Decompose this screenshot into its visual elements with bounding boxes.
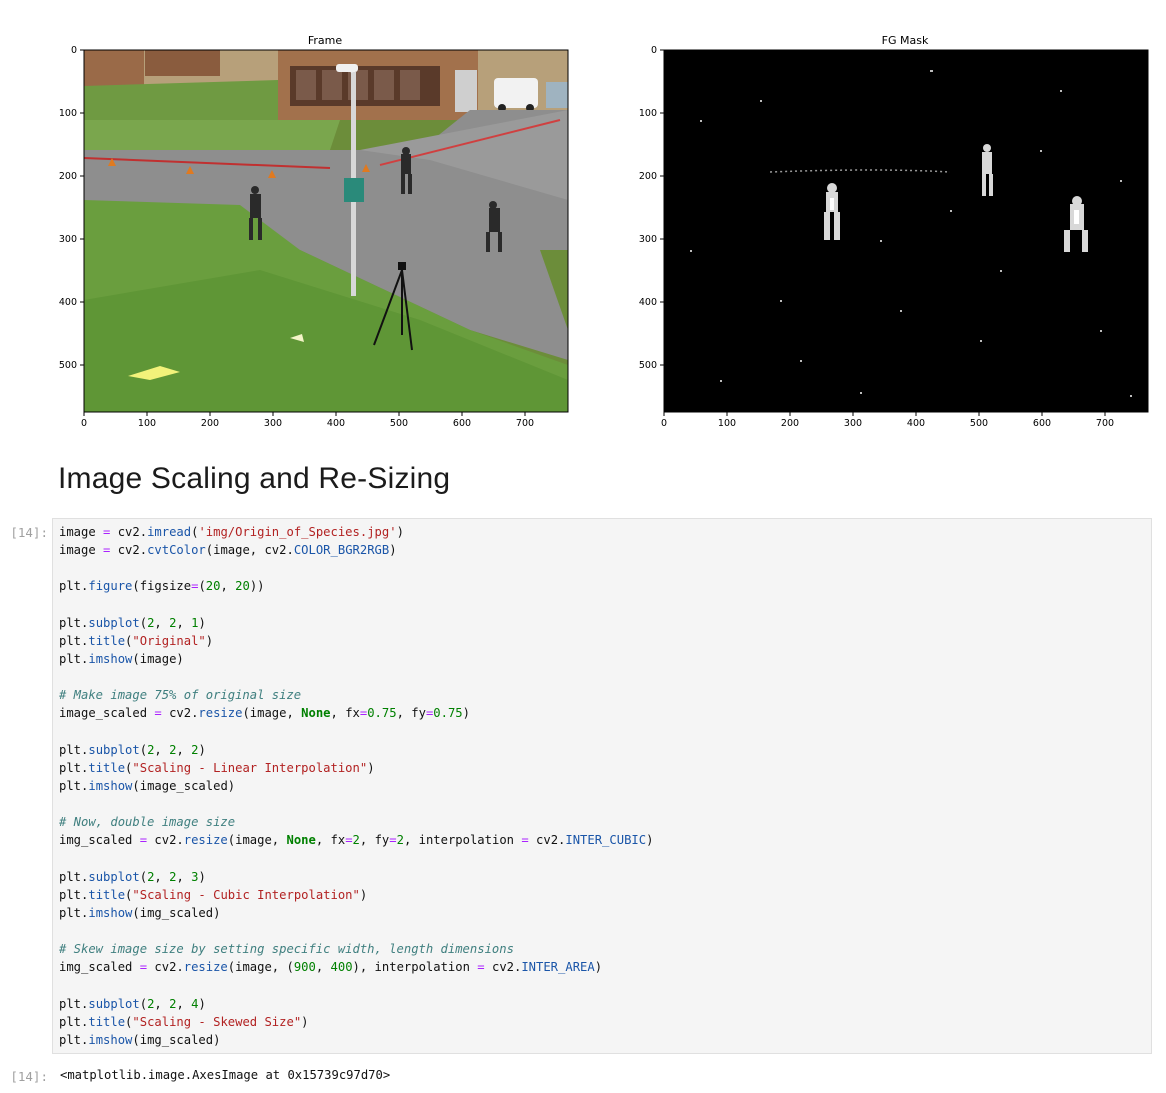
markdown-heading: Image Scaling and Re-Sizing: [58, 462, 451, 495]
code-line: plt.figure(figsize=(20, 20)): [59, 579, 265, 594]
fg-mask-y-tick-label: 100: [639, 108, 657, 119]
frame-y-tick-label: 0: [71, 45, 77, 56]
frame-y-tick-label: 300: [59, 234, 77, 245]
code-line: plt.title("Scaling - Linear Interpolatio…: [59, 760, 375, 775]
code-line: # Make image 75% of original size: [59, 688, 302, 703]
fg-mask-plot: FG Mask 0 100 200 300 400 500 600 700 0 …: [639, 34, 1149, 429]
code-line: plt.subplot(2, 2, 4): [59, 996, 206, 1011]
code-cell-editor[interactable]: image = cv2.imread('img/Origin_of_Specie…: [52, 518, 1152, 1054]
code-line: ​: [59, 723, 653, 741]
code-line: plt.imshow(image): [59, 651, 184, 666]
code-line: image_scaled = cv2.resize(image, None, f…: [59, 706, 470, 721]
code-line: ​: [59, 922, 653, 940]
frame-x-tick-label: 400: [327, 418, 345, 429]
code-line: ​: [59, 668, 653, 686]
frame-y-tick-label: 400: [59, 297, 77, 308]
frame-x-tick-label: 100: [138, 418, 156, 429]
fg-mask-y-tick-label: 200: [639, 171, 657, 182]
code-line: img_scaled = cv2.resize(image, None, fx=…: [59, 833, 654, 848]
frame-x-tick-label: 600: [453, 418, 471, 429]
frame-x-tick-label: 300: [264, 418, 282, 429]
output-prompt: [14]:: [10, 1069, 48, 1084]
code-line: plt.imshow(img_scaled): [59, 905, 221, 920]
frame-y-tick-label: 200: [59, 171, 77, 182]
code-line: # Skew image size by setting specific wi…: [59, 942, 514, 957]
fg-mask-y-axis: 0 100 200 300 400 500: [639, 45, 664, 371]
code-line: ​: [59, 559, 653, 577]
code-line: plt.subplot(2, 2, 1): [59, 615, 206, 630]
frame-x-tick-label: 700: [516, 418, 534, 429]
frame-x-tick-label: 200: [201, 418, 219, 429]
code-line: plt.title("Scaling - Cubic Interpolation…: [59, 887, 368, 902]
frame-y-tick-label: 500: [59, 360, 77, 371]
code-line: ​: [59, 596, 653, 614]
figure-output: Frame 0 100 200 300 400 500 600 700 0 10…: [0, 0, 1166, 440]
frame-x-tick-label: 0: [81, 418, 87, 429]
code-line: plt.imshow(image_scaled): [59, 778, 236, 793]
code-line: plt.title("Original"): [59, 633, 214, 648]
frame-y-axis: 0 100 200 300 400 500: [59, 45, 84, 371]
code-line: plt.subplot(2, 2, 3): [59, 869, 206, 884]
code-line: # Now, double image size: [59, 815, 236, 830]
code-line: plt.title("Scaling - Skewed Size"): [59, 1014, 309, 1029]
fg-mask-y-tick-label: 400: [639, 297, 657, 308]
fg-mask-x-tick-label: 700: [1096, 418, 1114, 429]
fg-mask-x-tick-label: 0: [661, 418, 667, 429]
frame-x-tick-label: 500: [390, 418, 408, 429]
fg-mask-x-axis: 0 100 200 300 400 500 600 700: [661, 412, 1114, 429]
frame-plot: Frame 0 100 200 300 400 500 600 700 0 10…: [59, 34, 569, 429]
fg-mask-x-tick-label: 400: [907, 418, 925, 429]
fg-mask-y-tick-label: 300: [639, 234, 657, 245]
fg-mask-plot-title: FG Mask: [882, 34, 929, 47]
frame-plot-title: Frame: [308, 34, 343, 47]
fg-mask-x-tick-label: 100: [718, 418, 736, 429]
code-block[interactable]: image = cv2.imread('img/Origin_of_Specie…: [59, 523, 653, 1049]
code-line: img_scaled = cv2.resize(image, (900, 400…: [59, 960, 603, 975]
code-line: ​: [59, 850, 653, 868]
code-line: image = cv2.imread('img/Origin_of_Specie…: [59, 525, 404, 539]
fg-mask-x-tick-label: 300: [844, 418, 862, 429]
code-line: plt.subplot(2, 2, 2): [59, 742, 206, 757]
code-line: ​: [59, 977, 653, 995]
fg-mask-x-tick-label: 500: [970, 418, 988, 429]
frame-x-axis: 0 100 200 300 400 500 600 700: [81, 412, 534, 429]
input-prompt: [14]:: [10, 525, 48, 540]
cell-output-text: <matplotlib.image.AxesImage at 0x15739c9…: [60, 1068, 391, 1082]
fg-mask-y-tick-label: 0: [651, 45, 657, 56]
fg-mask-x-tick-label: 600: [1033, 418, 1051, 429]
code-line: ​: [59, 795, 653, 813]
frame-image: [83, 50, 568, 412]
fg-mask-y-tick-label: 500: [639, 360, 657, 371]
frame-y-tick-label: 100: [59, 108, 77, 119]
code-line: image = cv2.cvtColor(image, cv2.COLOR_BG…: [59, 543, 397, 558]
code-line: plt.imshow(img_scaled): [59, 1032, 221, 1047]
fg-mask-x-tick-label: 200: [781, 418, 799, 429]
figure-canvas: Frame 0 100 200 300 400 500 600 700 0 10…: [59, 34, 1149, 429]
fg-mask-image: [664, 50, 1148, 412]
